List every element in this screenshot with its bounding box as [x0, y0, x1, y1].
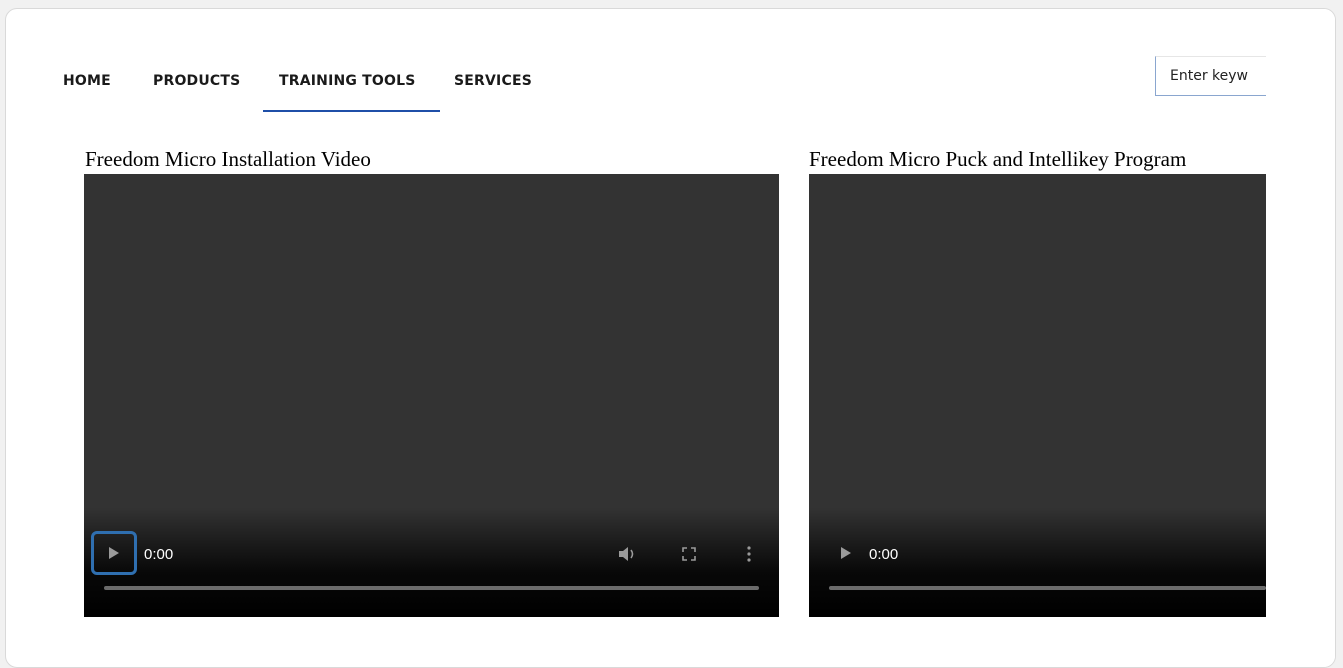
- play-button[interactable]: [91, 531, 137, 575]
- nav-item-services[interactable]: SERVICES: [454, 73, 532, 89]
- nav-item-training-tools[interactable]: TRAINING TOOLS: [279, 73, 416, 89]
- nav-item-products[interactable]: PRODUCTS: [153, 73, 240, 89]
- play-button[interactable]: [823, 531, 869, 575]
- progress-bar[interactable]: [104, 586, 759, 590]
- more-options-icon: [747, 546, 751, 562]
- more-options-button[interactable]: [737, 544, 761, 564]
- search-input[interactable]: Enter keyw: [1155, 56, 1266, 96]
- main-nav: HOME PRODUCTS TRAINING TOOLS SERVICES En…: [6, 9, 1335, 119]
- controls-gradient: [84, 507, 779, 617]
- video-player[interactable]: 0:00: [84, 174, 779, 617]
- time-display: 0:00: [869, 546, 899, 563]
- volume-icon: [619, 547, 634, 561]
- video-player[interactable]: 0:00: [809, 174, 1266, 617]
- progress-bar[interactable]: [829, 586, 1266, 590]
- video-title: Freedom Micro Puck and Intellikey Progra…: [809, 147, 1187, 171]
- page-frame: HOME PRODUCTS TRAINING TOOLS SERVICES En…: [5, 8, 1336, 668]
- play-icon: [109, 547, 119, 559]
- fullscreen-button[interactable]: [677, 544, 701, 564]
- video-title: Freedom Micro Installation Video: [85, 147, 371, 171]
- fullscreen-icon: [682, 547, 696, 561]
- volume-button[interactable]: [616, 544, 640, 564]
- nav-item-home[interactable]: HOME: [63, 73, 111, 89]
- viewport-edge: [1266, 9, 1335, 667]
- time-display: 0:00: [144, 546, 174, 563]
- play-icon: [841, 547, 851, 559]
- active-nav-indicator: [263, 110, 440, 112]
